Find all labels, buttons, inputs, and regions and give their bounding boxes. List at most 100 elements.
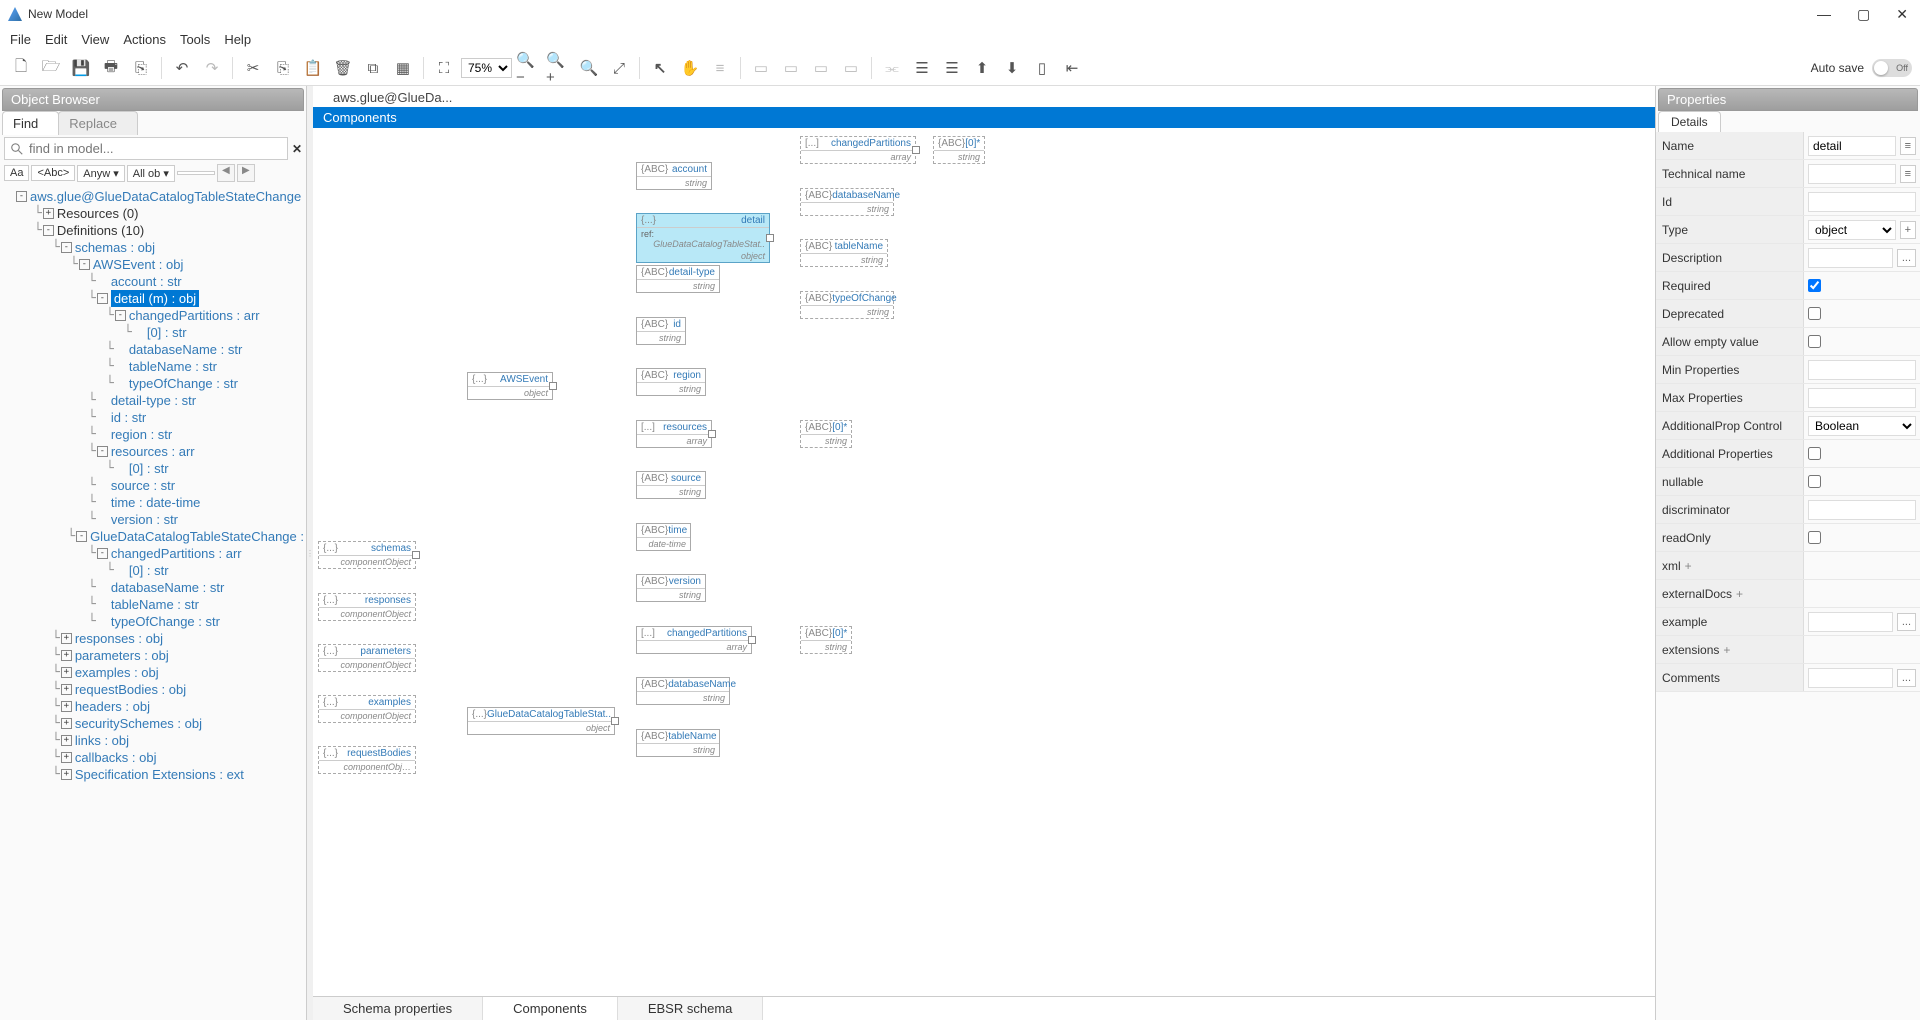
match-case-button[interactable]: Aa bbox=[4, 165, 29, 181]
tree-item[interactable]: └detail-type : str bbox=[2, 392, 304, 409]
menu-file[interactable]: File bbox=[10, 32, 31, 47]
search-icon[interactable]: 🔍 bbox=[576, 55, 602, 81]
tree-item[interactable]: └[0] : str bbox=[2, 324, 304, 341]
cut-icon[interactable]: ✂ bbox=[240, 55, 266, 81]
tree-item[interactable]: └account : str bbox=[2, 273, 304, 290]
diagram-node[interactable]: [...]changedPartitionsarray bbox=[800, 136, 916, 164]
hand-icon[interactable]: ✋ bbox=[677, 55, 703, 81]
tree-item[interactable]: └tableName : str bbox=[2, 358, 304, 375]
new-icon[interactable]: 🗋 bbox=[8, 55, 34, 81]
copy-icon[interactable]: ⎘ bbox=[270, 55, 296, 81]
maximize-button[interactable]: ▢ bbox=[1853, 6, 1874, 23]
export-icon[interactable]: ⎘ bbox=[128, 55, 154, 81]
menu-view[interactable]: View bbox=[81, 32, 109, 47]
zoom-out-icon[interactable]: 🔍− bbox=[516, 55, 542, 81]
tree-item[interactable]: └+links : obj bbox=[2, 732, 304, 749]
tree-item[interactable]: └id : str bbox=[2, 409, 304, 426]
delete-icon[interactable]: 🗑 bbox=[330, 55, 356, 81]
property-value[interactable]: Boolean bbox=[1804, 416, 1920, 436]
diagram-node[interactable]: {ABC}detail-typestring bbox=[636, 265, 720, 293]
property-value[interactable] bbox=[1804, 335, 1920, 348]
tb-icon-1[interactable]: ▭ bbox=[748, 55, 774, 81]
tree-item[interactable]: -aws.glue@GlueDataCatalogTableStateChang… bbox=[2, 188, 304, 205]
tree-item[interactable]: └[0] : str bbox=[2, 460, 304, 477]
diagram-node[interactable]: {...}requestBodiescomponentObj… bbox=[318, 746, 416, 774]
diagram-node[interactable]: {...}responsescomponentObject bbox=[318, 593, 416, 621]
diagram-node[interactable]: {...}detailref:GlueDataCatalogTableStat.… bbox=[636, 213, 770, 263]
tree-item[interactable]: └+requestBodies : obj bbox=[2, 681, 304, 698]
tree-item[interactable]: └typeOfChange : str bbox=[2, 375, 304, 392]
menu-actions[interactable]: Actions bbox=[123, 32, 166, 47]
clear-search-icon[interactable]: ✕ bbox=[292, 142, 302, 156]
zoom-in-icon[interactable]: 🔍+ bbox=[546, 55, 572, 81]
property-value[interactable] bbox=[1804, 447, 1920, 460]
tree-item[interactable]: └+securitySchemes : obj bbox=[2, 715, 304, 732]
property-value[interactable]: object+ bbox=[1804, 220, 1920, 240]
tree-item[interactable]: └-GlueDataCatalogTableStateChange : bbox=[2, 528, 304, 545]
tree-item[interactable]: └+callbacks : obj bbox=[2, 749, 304, 766]
diagram-node[interactable]: {...}schemascomponentObject bbox=[318, 541, 416, 569]
tree-item[interactable]: └+responses : obj bbox=[2, 630, 304, 647]
property-value[interactable]: ... bbox=[1804, 668, 1920, 688]
search-input[interactable] bbox=[4, 137, 288, 160]
tree-item[interactable]: └-AWSEvent : obj bbox=[2, 256, 304, 273]
diagram-node[interactable]: {ABC}regionstring bbox=[636, 368, 706, 396]
diagram-node[interactable]: {ABC}idstring bbox=[636, 317, 686, 345]
diagram-canvas[interactable]: {...}schemascomponentObject {...}response… bbox=[313, 128, 1655, 996]
panel-icon[interactable]: ▯ bbox=[1029, 55, 1055, 81]
tree-item[interactable]: └version : str bbox=[2, 511, 304, 528]
diagram-node[interactable]: [...]changedPartitionsarray bbox=[636, 626, 752, 654]
paste-icon[interactable]: 📋 bbox=[300, 55, 326, 81]
menu-edit[interactable]: Edit bbox=[45, 32, 67, 47]
diagram-node[interactable]: {ABC}databaseNamestring bbox=[800, 188, 894, 216]
property-value[interactable]: ... bbox=[1804, 612, 1920, 632]
property-value[interactable] bbox=[1804, 192, 1920, 212]
details-tab[interactable]: Details bbox=[1658, 111, 1721, 132]
zoom-select[interactable]: 75% bbox=[461, 58, 512, 78]
tree-item[interactable]: └source : str bbox=[2, 477, 304, 494]
diagram-node[interactable]: {...}parameterscomponentObject bbox=[318, 644, 416, 672]
fit-icon[interactable]: ⛶ bbox=[431, 55, 457, 81]
property-value[interactable] bbox=[1804, 307, 1920, 320]
tree-item[interactable]: └region : str bbox=[2, 426, 304, 443]
up-icon[interactable]: ⬆ bbox=[969, 55, 995, 81]
diagram-node[interactable]: {ABC}[0]*string bbox=[800, 420, 852, 448]
property-value[interactable] bbox=[1804, 475, 1920, 488]
expand-icon[interactable]: ⤢ bbox=[606, 55, 632, 81]
tree-item[interactable]: └+examples : obj bbox=[2, 664, 304, 681]
tb-icon-4[interactable]: ▭ bbox=[838, 55, 864, 81]
find-tab[interactable]: Find bbox=[2, 111, 59, 135]
document-tab[interactable]: aws.glue@GlueDa... bbox=[313, 86, 1655, 107]
pointer-icon[interactable]: ↖ bbox=[647, 55, 673, 81]
tb-icon-3[interactable]: ▭ bbox=[808, 55, 834, 81]
diagram-node[interactable]: [...]resourcesarray bbox=[636, 420, 712, 448]
tree-item[interactable]: └-changedPartitions : arr bbox=[2, 307, 304, 324]
diagram-node[interactable]: {ABC}tableNamestring bbox=[636, 729, 720, 757]
diagram-node[interactable]: {...}GlueDataCatalogTableStat..object bbox=[467, 707, 615, 735]
scope-select[interactable]: Anyw ▾ bbox=[77, 165, 124, 182]
tree-item[interactable]: └[0] : str bbox=[2, 562, 304, 579]
property-value[interactable] bbox=[1804, 531, 1920, 544]
tree-item[interactable]: └-Definitions (10) bbox=[2, 222, 304, 239]
tree-item[interactable]: └-detail (m) : obj bbox=[2, 290, 304, 307]
diagram-node[interactable]: {ABC}versionstring bbox=[636, 574, 706, 602]
diagram-node[interactable]: {ABC}typeOfChangestring bbox=[800, 291, 894, 319]
save-icon[interactable]: 💾 bbox=[68, 55, 94, 81]
property-value[interactable] bbox=[1804, 500, 1920, 520]
menu-tools[interactable]: Tools bbox=[180, 32, 210, 47]
tree-item[interactable]: └tableName : str bbox=[2, 596, 304, 613]
undo-icon[interactable]: ↶ bbox=[169, 55, 195, 81]
property-value[interactable]: ≡ bbox=[1804, 136, 1920, 156]
diagram-node[interactable]: {ABC}accountstring bbox=[636, 162, 712, 190]
tree-item[interactable]: └databaseName : str bbox=[2, 579, 304, 596]
filter-value[interactable] bbox=[177, 171, 215, 175]
print-icon[interactable]: 🖶 bbox=[98, 55, 124, 81]
tree-item[interactable]: └+parameters : obj bbox=[2, 647, 304, 664]
tb-icon-5[interactable]: ⫘ bbox=[879, 55, 905, 81]
collapse-icon[interactable]: ⇤ bbox=[1059, 55, 1085, 81]
tab-schema-properties[interactable]: Schema properties bbox=[313, 997, 483, 1020]
tree-item[interactable]: └+Resources (0) bbox=[2, 205, 304, 222]
down-icon[interactable]: ⬇ bbox=[999, 55, 1025, 81]
open-icon[interactable]: 🗁 bbox=[38, 55, 64, 81]
target-select[interactable]: All ob ▾ bbox=[127, 165, 175, 182]
